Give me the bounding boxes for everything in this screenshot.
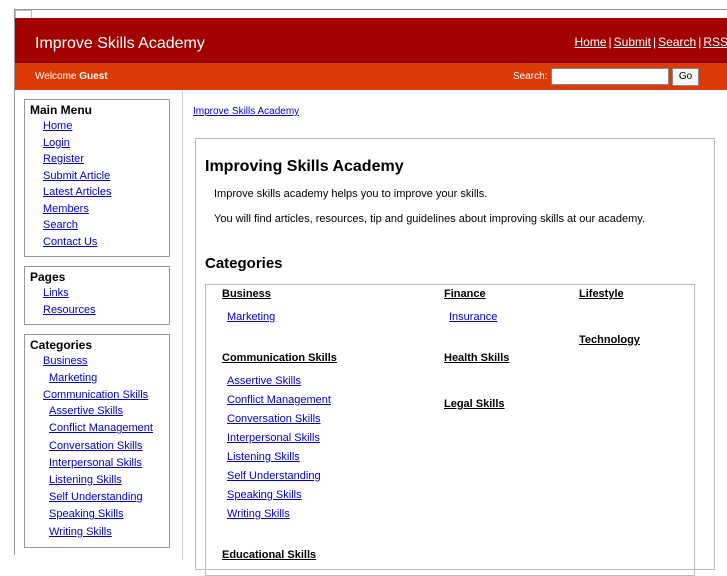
sidebar: Main Menu Home Login Register Submit Articl… [24,99,170,557]
sidebar-category-item: Interpersonal Skills [43,455,169,472]
main-menu-item: Submit Article [43,168,169,185]
sidebar-category-link-listening-skills[interactable]: Listening Skills [49,474,122,486]
sidebar-category-item: Conversation Skills [43,438,169,455]
sidebar-category-item: Communication Skills [43,387,169,404]
main-menu-link-contact-us[interactable]: Contact Us [43,236,97,248]
search-label: Search: [513,71,548,82]
sidebar-category-link-communication-skills[interactable]: Communication Skills [43,389,148,401]
intro-text-2: You will find articles, resources, tip a… [214,213,646,225]
sidebar-category-link-business[interactable]: Business [43,355,88,367]
sidebar-category-link-conflict-management[interactable]: Conflict Management [49,422,153,434]
search-input[interactable] [551,68,669,85]
pages-link-resources[interactable]: Resources [43,304,96,316]
sidebar-category-link-marketing[interactable]: Marketing [49,372,97,384]
column-divider [182,90,183,560]
sidebar-category-link-conversation-skills[interactable]: Conversation Skills [49,440,143,452]
top-link-submit[interactable]: Submit [614,35,651,49]
sidebar-category-link-speaking-skills[interactable]: Speaking Skills [49,508,124,520]
category-link-conversation-skills[interactable]: Conversation Skills [227,413,321,425]
welcome-text: Welcome [35,71,77,82]
main-menu-link-latest-articles[interactable]: Latest Articles [43,186,111,198]
sidebar-category-link-assertive-skills[interactable]: Assertive Skills [49,405,123,417]
sub-bar: Welcome Guest Search: Go [15,63,727,90]
sidebar-category-item: Listening Skills [43,472,169,489]
category-link-speaking-skills[interactable]: Speaking Skills [227,489,302,501]
main-menu-item: Login [43,135,169,152]
main-menu-item: Search [43,217,169,234]
page-frame: Improve Skills Academy Home | Submit | Searc… [14,9,727,576]
sidebar-category-item: Conflict Management [43,420,169,437]
main-menu-title: Main Menu [30,103,92,117]
pages-item: Resources [43,302,169,319]
category-heading-health-skills[interactable]: Health Skills [444,352,509,364]
main-menu-list: Home Login Register Submit Article Latest Ar… [30,118,169,250]
sidebar-category-link-writing-skills[interactable]: Writing Skills [49,526,112,538]
welcome-user: Guest [79,71,108,82]
category-heading-business[interactable]: Business [222,288,271,300]
sidebar-category-item: Marketing [43,370,169,387]
main-menu-link-login[interactable]: Login [43,137,70,149]
category-link-insurance[interactable]: Insurance [449,311,497,323]
categories-box: Categories Business Marketing Communicatio… [24,334,170,548]
sidebar-category-item: Writing Skills [43,524,169,541]
top-link-search[interactable]: Search [658,35,696,49]
site-title: Improve Skills Academy [35,35,205,52]
main-menu-link-home[interactable]: Home [43,120,72,132]
go-button[interactable]: Go [672,68,699,86]
category-heading-legal-skills[interactable]: Legal Skills [444,398,505,410]
categories-heading: Categories [205,255,283,272]
site-header: Improve Skills Academy Home | Submit | Searc… [15,18,727,63]
category-link-marketing[interactable]: Marketing [227,311,275,323]
pages-link-links[interactable]: Links [43,287,69,299]
category-link-writing-skills[interactable]: Writing Skills [227,508,290,520]
main-menu-link-submit-article[interactable]: Submit Article [43,170,110,182]
top-link-home[interactable]: Home [575,35,607,49]
page-title: Improving Skills Academy [205,158,404,175]
categories-list: Business Marketing Communication Skills Ass… [30,353,169,541]
category-heading-educational-skills[interactable]: Educational Skills [222,549,316,561]
sidebar-category-link-self-understanding[interactable]: Self Understanding [49,491,143,503]
sidebar-category-link-interpersonal-skills[interactable]: Interpersonal Skills [49,457,142,469]
main-menu-item: Contact Us [43,234,169,251]
top-link-rss[interactable]: RSS [703,35,727,49]
category-heading-technology[interactable]: Technology [579,334,640,346]
intro-text-1: Improve skills academy helps you to impr… [214,188,488,200]
welcome-message: Welcome Guest [35,71,108,82]
main-menu-item: Home [43,118,169,135]
breadcrumb[interactable]: Improve Skills Academy [193,106,299,117]
category-link-self-understanding[interactable]: Self Understanding [227,470,321,482]
category-heading-finance[interactable]: Finance [444,288,486,300]
main-menu-link-register[interactable]: Register [43,153,84,165]
sidebar-category-item: Business [43,353,169,370]
separator: | [608,35,612,49]
pages-title: Pages [30,270,66,284]
category-heading-lifestyle[interactable]: Lifestyle [579,288,624,300]
main-content: Improving Skills Academy Improve skills … [195,138,715,576]
sidebar-category-item: Speaking Skills [43,506,169,523]
main-menu-item: Members [43,201,169,218]
category-heading-communication-skills[interactable]: Communication Skills [222,352,337,364]
category-link-interpersonal-skills[interactable]: Interpersonal Skills [227,432,320,444]
top-nav: Home | Submit | Search | RSS [575,35,727,49]
sidebar-category-item: Assertive Skills [43,403,169,420]
pages-box: Pages Links Resources [24,266,170,325]
categories-grid: Business Marketing Communication Skills Ass… [205,284,695,576]
main-menu-item: Register [43,151,169,168]
category-link-assertive-skills[interactable]: Assertive Skills [227,375,301,387]
pages-list: Links Resources [30,285,169,318]
main-menu-item: Latest Articles [43,184,169,201]
category-link-listening-skills[interactable]: Listening Skills [227,451,300,463]
main-menu-link-members[interactable]: Members [43,203,89,215]
main-menu-box: Main Menu Home Login Register Submit Articl… [24,99,170,257]
pages-item: Links [43,285,169,302]
category-link-conflict-management[interactable]: Conflict Management [227,394,331,406]
main-menu-link-search[interactable]: Search [43,219,78,231]
sidebar-category-item: Self Understanding [43,489,169,506]
categories-title: Categories [30,338,93,352]
